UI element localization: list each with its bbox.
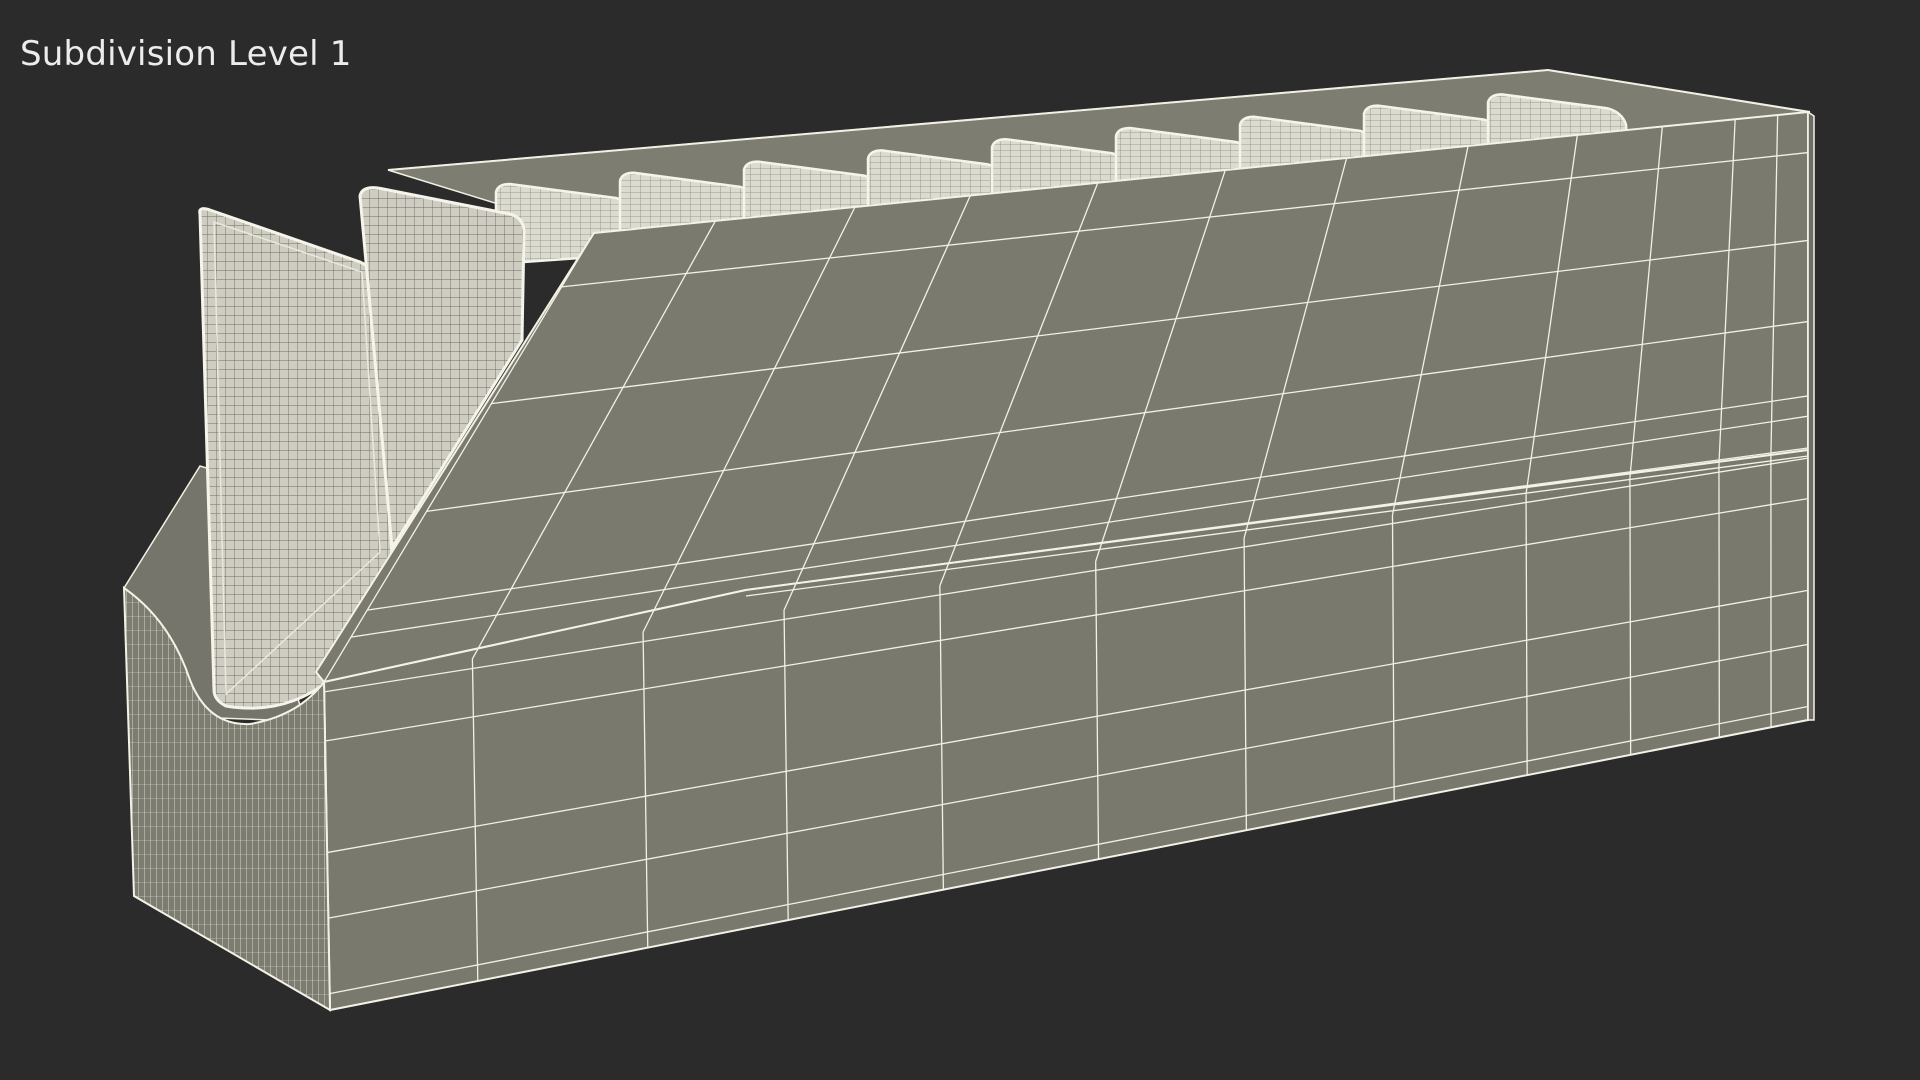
render-viewport: Subdivision Level 1 — [0, 0, 1920, 1080]
mesh-edge — [1629, 477, 1632, 755]
display-box-wireframe-model — [122, 69, 1815, 1012]
box-right-end-face — [1807, 110, 1815, 721]
